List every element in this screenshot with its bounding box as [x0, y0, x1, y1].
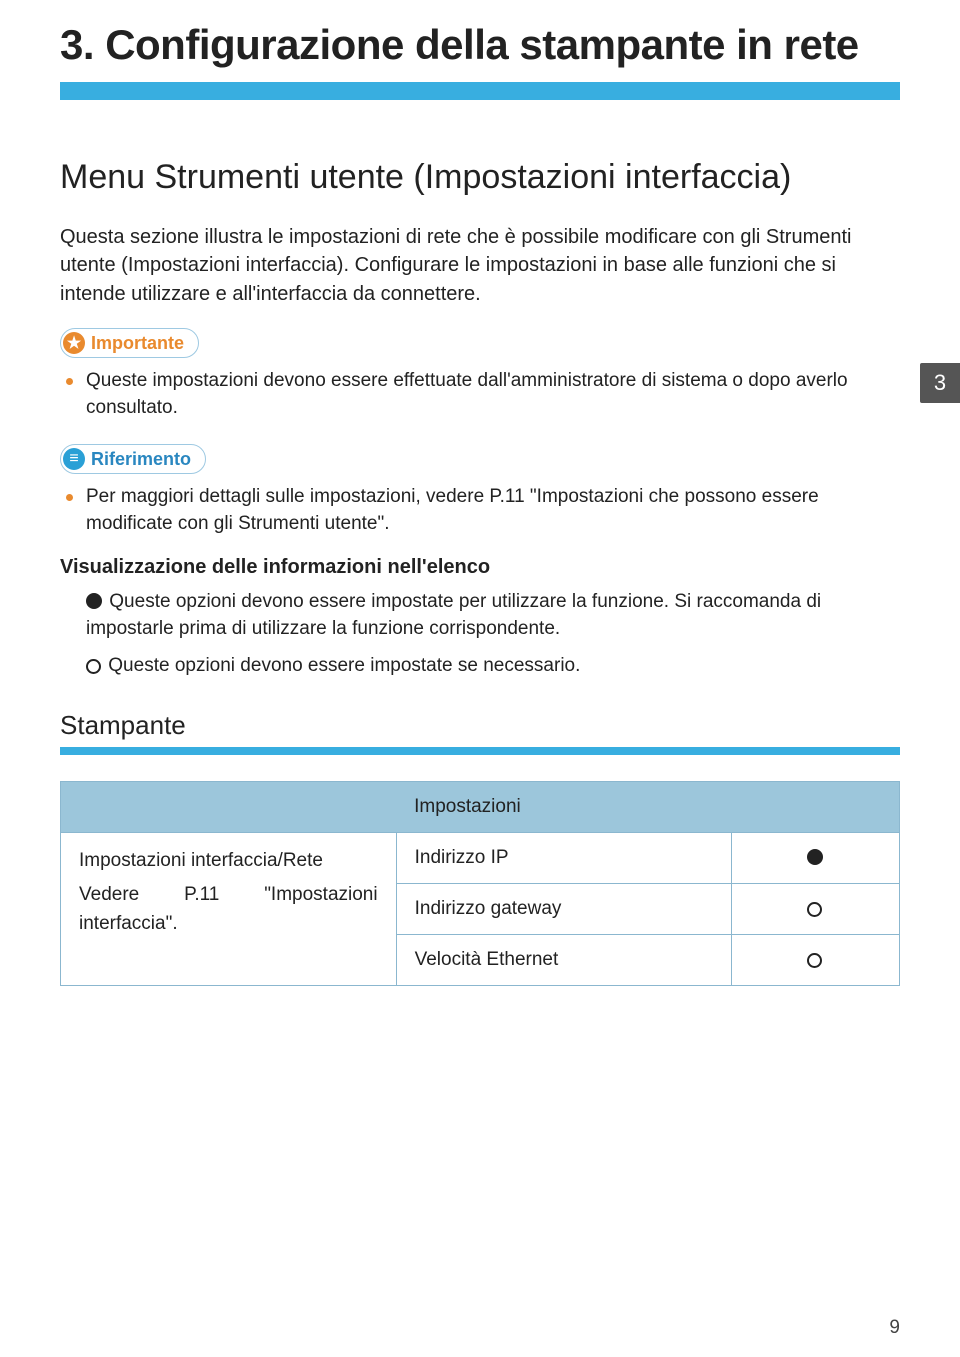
section-title: Menu Strumenti utente (Impostazioni inte…	[60, 156, 900, 199]
solid-circle-icon	[86, 593, 102, 609]
setting-mark	[732, 832, 900, 883]
chapter-rule	[60, 82, 900, 100]
reference-list: Per maggiori dettagli sulle impostazioni…	[60, 484, 900, 538]
setting-name: Indirizzo IP	[396, 832, 732, 883]
legend-block: Queste opzioni devono essere impostate p…	[60, 589, 900, 680]
hollow-circle-icon	[807, 953, 822, 968]
reference-label: Riferimento	[91, 449, 191, 470]
hollow-circle-icon	[807, 902, 822, 917]
hollow-circle-icon	[86, 659, 101, 674]
left-line-1: Impostazioni interfaccia/Rete	[79, 847, 378, 876]
section-intro-text: Questa sezione illustra le impostazioni …	[60, 223, 900, 308]
table-header-blank	[61, 781, 397, 832]
legend-solid-text: Queste opzioni devono essere impostate p…	[86, 591, 821, 639]
left-line-2: Vedere P.11 "Impostazioni	[79, 881, 378, 910]
list-item: Queste impostazioni devono essere effett…	[86, 368, 900, 422]
subsection: Stampante Impostazioni Impostazioni inte…	[60, 710, 900, 986]
table-header-settings: Impostazioni	[396, 781, 899, 832]
important-callout: ★ Importante	[60, 328, 199, 358]
star-icon: ★	[63, 332, 85, 354]
page-number: 9	[889, 1317, 900, 1339]
legend-heading: Visualizzazione delle informazioni nell'…	[60, 556, 900, 579]
setting-mark	[732, 883, 900, 934]
setting-mark	[732, 934, 900, 985]
left-seg-b: P.11	[184, 881, 219, 910]
important-list: Queste impostazioni devono essere effett…	[60, 368, 900, 422]
legend-hollow-line: Queste opzioni devono essere impostate s…	[86, 653, 900, 680]
reference-callout: ≡ Riferimento	[60, 444, 206, 474]
left-seg-c: "Impostazioni	[264, 881, 377, 910]
chapter-title: 3. Configurazione della stampante in ret…	[60, 20, 900, 70]
table-left-cell: Impostazioni interfaccia/Rete Vedere P.1…	[61, 832, 397, 985]
subsection-rule	[60, 747, 900, 755]
chapter-tab: 3	[920, 363, 960, 403]
note-icon: ≡	[63, 448, 85, 470]
important-label: Importante	[91, 333, 184, 354]
legend-solid-line: Queste opzioni devono essere impostate p…	[86, 589, 900, 643]
left-seg-a: Vedere	[79, 881, 139, 910]
list-item: Per maggiori dettagli sulle impostazioni…	[86, 484, 900, 538]
left-line-3: interfaccia".	[79, 910, 378, 939]
legend-hollow-text: Queste opzioni devono essere impostate s…	[103, 655, 580, 676]
setting-name: Velocità Ethernet	[396, 934, 732, 985]
setting-name: Indirizzo gateway	[396, 883, 732, 934]
solid-circle-icon	[807, 849, 823, 865]
settings-table: Impostazioni Impostazioni interfaccia/Re…	[60, 781, 900, 986]
subsection-title: Stampante	[60, 710, 900, 741]
